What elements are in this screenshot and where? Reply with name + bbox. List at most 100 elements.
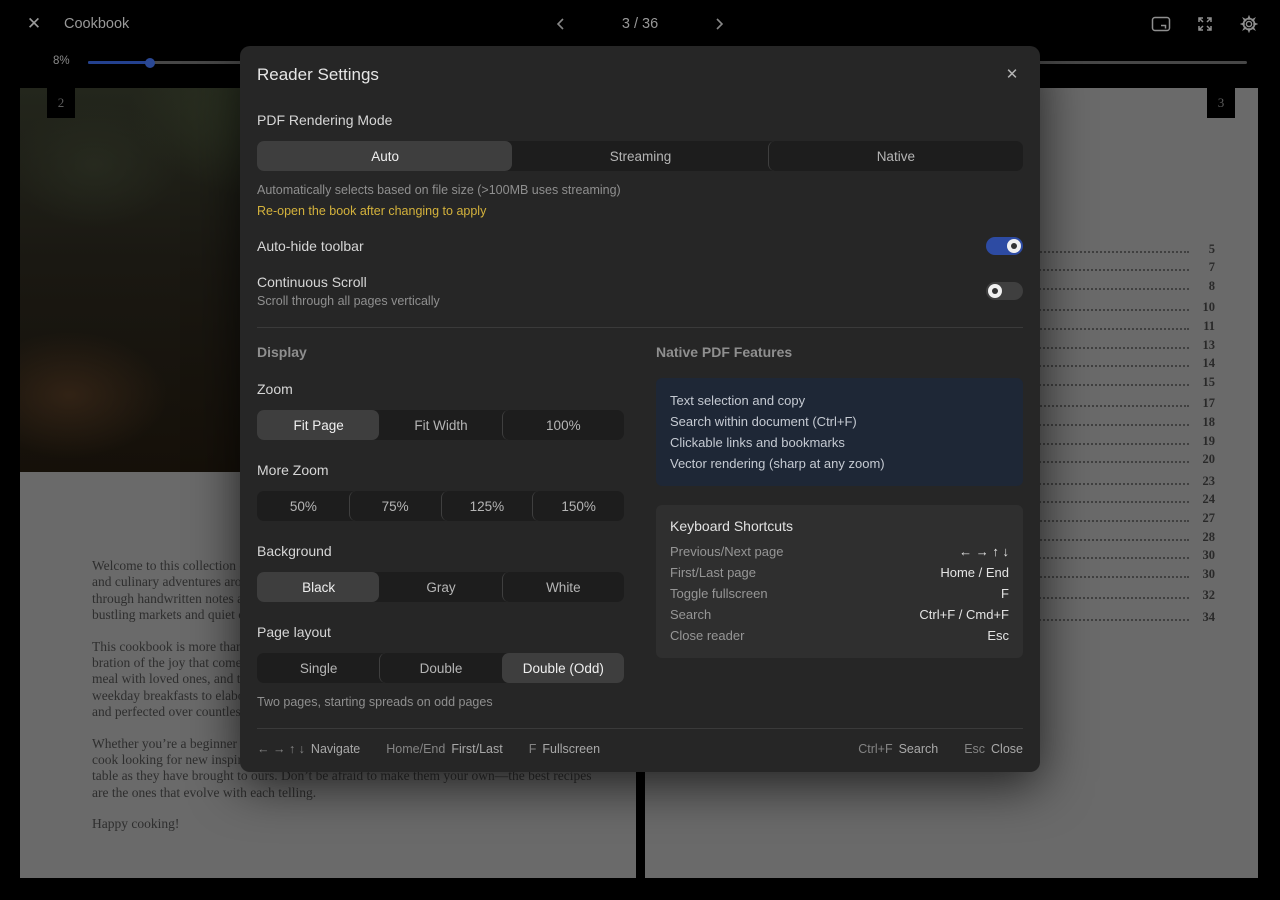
shortcut-label: Search <box>670 604 711 625</box>
book-title: Cookbook <box>64 14 129 34</box>
dialog-footer: ← → ↑ ↓ Navigate Home/End First/Last F F… <box>257 729 1023 772</box>
shortcut-keys: ← → ↑ ↓ <box>959 541 1009 562</box>
shortcut-keys: Ctrl+F / Cmd+F <box>919 604 1009 625</box>
toc-page-number: 27 <box>1197 511 1215 526</box>
toggle-knob <box>1007 239 1021 253</box>
pdf-mode-warning: Re-open the book after changing to apply <box>257 204 1023 218</box>
background-option[interactable]: Gray <box>379 572 501 602</box>
pdf-mode-option[interactable]: Streaming <box>512 141 767 171</box>
page-layout-help: Two pages, starting spreads on odd pages <box>257 695 624 709</box>
toc-page-number: 10 <box>1197 300 1215 315</box>
more-zoom-label: More Zoom <box>257 462 624 478</box>
footer-hint: Ctrl+F Search <box>858 742 938 756</box>
dialog-header: Reader Settings ✕ <box>257 46 1023 86</box>
zoom-segmented-control: Fit Page Fit Width 100% <box>257 410 624 440</box>
more-zoom-option[interactable]: 150% <box>532 491 624 521</box>
zoom-option[interactable]: 100% <box>502 410 624 440</box>
progress-percent-label: 8% <box>53 55 70 67</box>
background-option[interactable]: White <box>502 572 624 602</box>
footer-hint-label: First/Last <box>451 742 502 756</box>
next-page-icon[interactable] <box>708 14 730 34</box>
native-feature-item: Clickable links and bookmarks <box>670 432 1009 453</box>
shortcut-label: First/Last page <box>670 562 756 583</box>
toc-page-number: 17 <box>1197 396 1215 411</box>
more-zoom-option[interactable]: 125% <box>441 491 533 521</box>
progress-slider-fill <box>88 61 150 64</box>
keyboard-shortcuts-box: Keyboard Shortcuts Previous/Next page ← … <box>656 505 1023 658</box>
pdf-mode-option[interactable]: Native <box>768 141 1023 171</box>
zoom-option[interactable]: Fit Width <box>379 410 501 440</box>
autohide-toolbar-toggle[interactable] <box>986 237 1023 255</box>
footer-hint-label: Close <box>991 742 1023 756</box>
shortcut-row: Previous/Next page ← → ↑ ↓ <box>670 541 1009 562</box>
shortcut-label: Previous/Next page <box>670 541 783 562</box>
autohide-toolbar-row: Auto-hide toolbar <box>257 237 1023 255</box>
toc-page-number: 7 <box>1197 260 1215 275</box>
prev-page-icon[interactable] <box>550 14 572 34</box>
footer-hint-keys: ← → ↑ ↓ <box>257 742 305 756</box>
footer-hint-label: Fullscreen <box>542 742 600 756</box>
continuous-scroll-row: Continuous Scroll Scroll through all pag… <box>257 274 1023 308</box>
footer-hint: Home/End First/Last <box>386 742 502 756</box>
zoom-label: Zoom <box>257 381 624 397</box>
fullscreen-icon[interactable] <box>1194 13 1216 35</box>
toc-page-number: 28 <box>1197 530 1215 545</box>
pdf-mode-option[interactable]: Auto <box>257 141 512 171</box>
gear-icon[interactable] <box>1238 13 1260 35</box>
toc-page-number: 30 <box>1197 567 1215 582</box>
display-heading: Display <box>257 344 624 360</box>
toc-page-number: 34 <box>1197 610 1215 625</box>
toc-page-number: 20 <box>1197 452 1215 467</box>
footer-hint-keys: Home/End <box>386 742 445 756</box>
toc-page-number: 30 <box>1197 548 1215 563</box>
reader-settings-dialog: Reader Settings ✕ PDF Rendering Mode Aut… <box>240 46 1040 772</box>
footer-hint-label: Search <box>899 742 939 756</box>
book-text-line: Happy cooking! <box>92 816 592 832</box>
background-segmented-control: Black Gray White <box>257 572 624 602</box>
continuous-scroll-label: Continuous Scroll <box>257 274 440 290</box>
shortcut-label: Toggle fullscreen <box>670 583 768 604</box>
close-reader-icon[interactable]: ✕ <box>24 14 44 34</box>
pip-icon[interactable] <box>1150 13 1172 35</box>
page-layout-option[interactable]: Double <box>379 653 501 683</box>
toc-page-number: 5 <box>1197 242 1215 257</box>
page-layout-option[interactable]: Single <box>257 653 379 683</box>
toc-page-number: 32 <box>1197 588 1215 603</box>
section-divider <box>257 327 1023 328</box>
footer-hint-keys: Esc <box>964 742 985 756</box>
dialog-title: Reader Settings <box>257 65 379 85</box>
top-toolbar: ✕ Cookbook 3 / 36 <box>0 0 1280 48</box>
toggle-knob <box>988 284 1002 298</box>
page-number-badge-left: 2 <box>47 87 75 118</box>
more-zoom-segmented-control: 50% 75% 125% 150% <box>257 491 624 521</box>
page-navigation: 3 / 36 <box>550 14 730 34</box>
background-label: Background <box>257 543 624 559</box>
autohide-toolbar-label: Auto-hide toolbar <box>257 238 364 254</box>
page-layout-option[interactable]: Double (Odd) <box>502 653 624 683</box>
page-number-badge-right: 3 <box>1207 87 1235 118</box>
page-layout-segmented-control: Single Double Double (Odd) <box>257 653 624 683</box>
dialog-close-icon[interactable]: ✕ <box>1001 64 1023 86</box>
progress-slider-knob[interactable] <box>145 58 155 68</box>
pdf-mode-segmented-control: Auto Streaming Native <box>257 141 1023 171</box>
shortcut-row: Close reader Esc <box>670 625 1009 646</box>
more-zoom-option[interactable]: 50% <box>257 491 349 521</box>
toc-page-number: 14 <box>1197 356 1215 371</box>
native-feature-item: Text selection and copy <box>670 390 1009 411</box>
pdf-mode-label: PDF Rendering Mode <box>257 112 1023 128</box>
toc-page-number: 13 <box>1197 338 1215 353</box>
page-indicator: 3 / 36 <box>622 16 658 32</box>
zoom-option[interactable]: Fit Page <box>257 410 379 440</box>
continuous-scroll-toggle[interactable] <box>986 282 1023 300</box>
shortcut-keys: Home / End <box>940 562 1009 583</box>
background-option[interactable]: Black <box>257 572 379 602</box>
shortcut-row: First/Last page Home / End <box>670 562 1009 583</box>
shortcut-row: Search Ctrl+F / Cmd+F <box>670 604 1009 625</box>
native-feature-item: Search within document (Ctrl+F) <box>670 411 1009 432</box>
footer-hint-keys: Ctrl+F <box>858 742 892 756</box>
more-zoom-option[interactable]: 75% <box>349 491 441 521</box>
reader-app: ✕ Cookbook 3 / 36 <box>0 0 1280 900</box>
book-text-line: are the ones that evolve with each telli… <box>92 785 592 801</box>
footer-hint-label: Navigate <box>311 742 360 756</box>
footer-hint-keys: F <box>529 742 537 756</box>
